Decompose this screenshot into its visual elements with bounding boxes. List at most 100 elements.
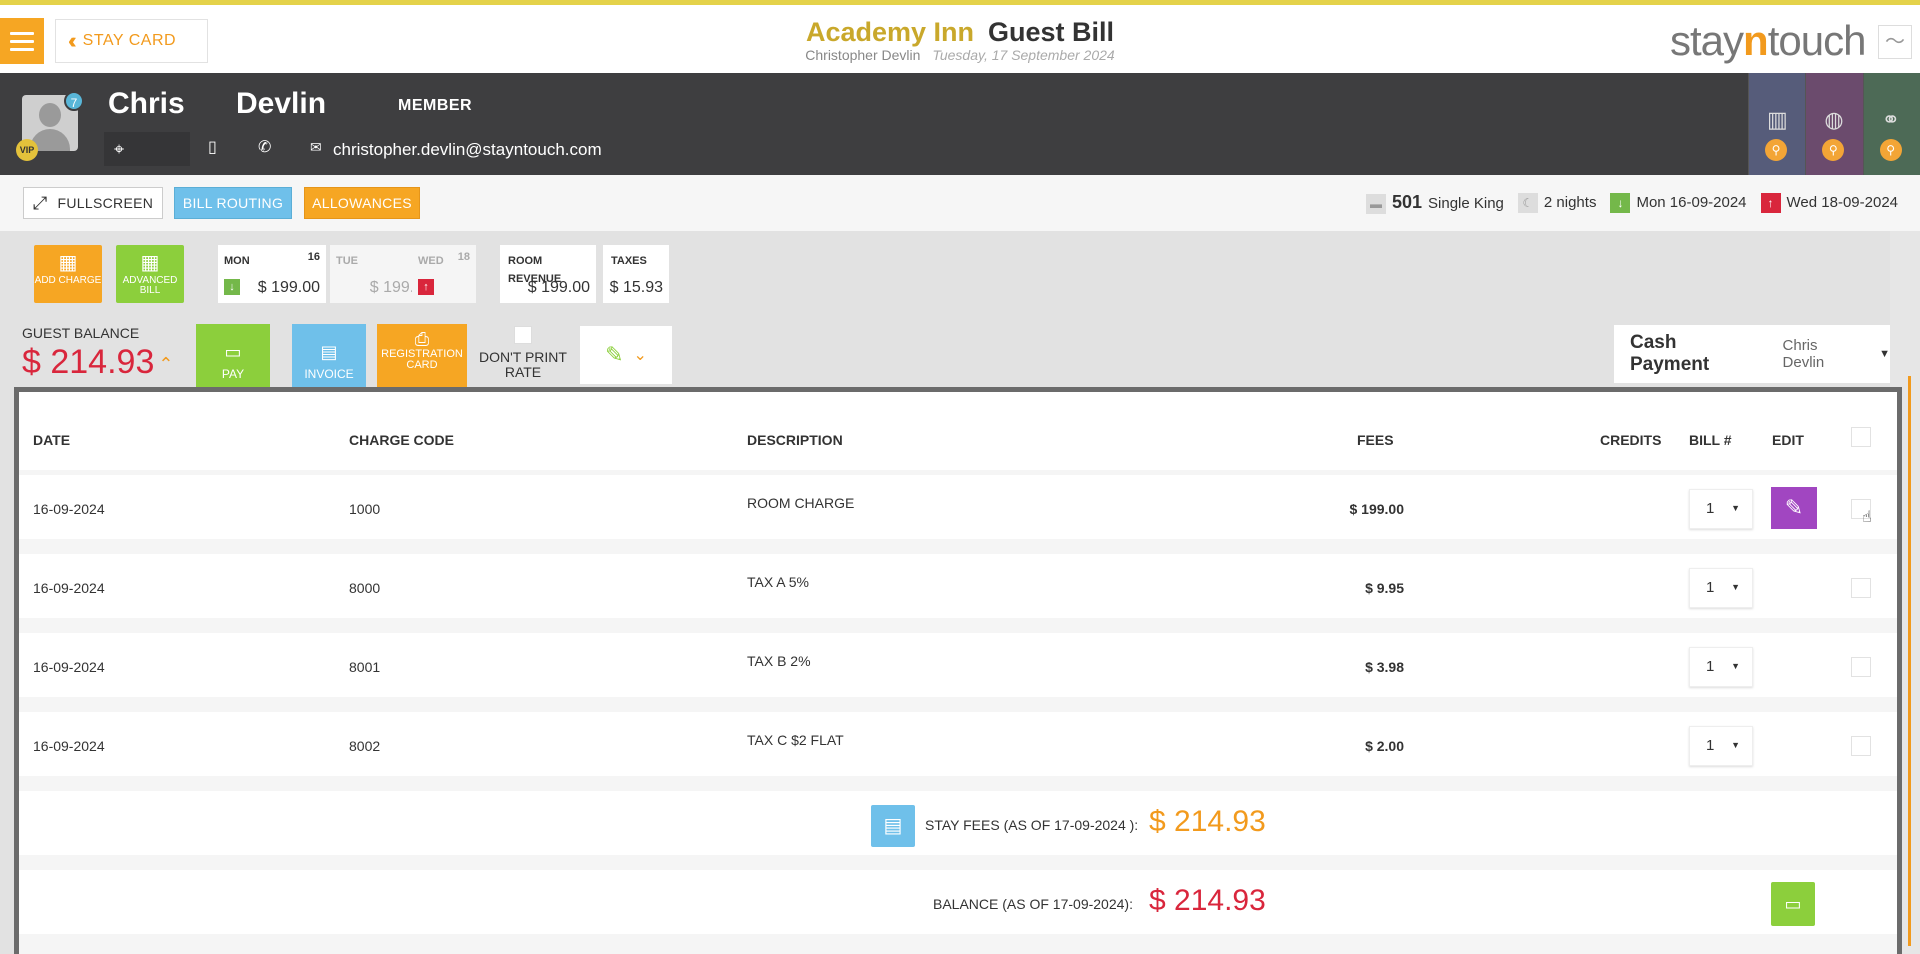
- bill-title: Guest Bill: [988, 17, 1115, 47]
- bill-routing-button[interactable]: BILL ROUTING: [174, 187, 292, 219]
- chevron-down-icon[interactable]: ⌄: [634, 345, 647, 365]
- fullscreen-button[interactable]: ⤢ FULLSCREEN: [23, 187, 163, 219]
- table-row: 16-09-2024 1000 ROOM CHARGE $ 199.00 1 ▼ …: [19, 475, 1897, 539]
- col-date: DATE: [33, 432, 71, 448]
- invoice-icon: ▤: [320, 342, 338, 362]
- edit-button[interactable]: ✎: [1771, 487, 1817, 529]
- stay-fees-amount: $ 214.93: [1149, 805, 1266, 838]
- table-row: 16-09-2024 8000 TAX A 5% $ 9.95 1 ▼: [19, 554, 1897, 618]
- bill-number-select[interactable]: 1 ▼: [1689, 568, 1753, 608]
- chevron-up-icon[interactable]: ⌃: [158, 354, 173, 374]
- allowances-button[interactable]: ALLOWANCES: [304, 187, 420, 219]
- wallet-icon[interactable]: ▭: [1771, 882, 1815, 926]
- location-icon: ⌖: [114, 138, 125, 159]
- building-icon: ▥: [1767, 107, 1788, 132]
- row-checkbox[interactable]: [1851, 736, 1871, 756]
- table-row: 16-09-2024 8001 TAX B 2% $ 3.98 1 ▼: [19, 633, 1897, 697]
- notification-badge[interactable]: 7: [64, 91, 84, 111]
- departure-info: ↑ Wed 18-09-2024: [1760, 193, 1898, 214]
- row-checkbox[interactable]: [1851, 578, 1871, 598]
- guest-header: 7 VIP Chris Devlin MEMBER ⌖ ▯ ✆ ✉ christ…: [0, 73, 1920, 175]
- hotel-name: Academy Inn: [805, 17, 975, 47]
- balance-row: BALANCE (AS OF 17-09-2024): $ 214.93 ▭: [19, 870, 1897, 934]
- checkout-button[interactable]: ✎ ⌄: [580, 326, 672, 384]
- invoice-button[interactable]: ▤ INVOICE: [292, 324, 366, 388]
- arrow-down-icon: ↓: [224, 279, 240, 295]
- advanced-bill-button[interactable]: ▦ ADVANCED BILL: [116, 245, 184, 303]
- arrow-up-icon: ↑: [1760, 193, 1781, 214]
- caret-down-icon: ▼: [1879, 348, 1890, 360]
- col-fees: FEES: [1357, 432, 1394, 448]
- col-bill-number: BILL #: [1689, 432, 1732, 448]
- bill-table: DATE CHARGE CODE DESCRIPTION FEES CREDIT…: [14, 387, 1902, 954]
- globe-icon: ◍: [1824, 107, 1844, 132]
- registration-card-button[interactable]: ⎙ REGISTRATION CARD: [377, 324, 467, 388]
- top-header: ‹‹ STAY CARD Academy Inn Guest Bill Chris…: [0, 0, 1920, 73]
- bill-toolbar: ⤢ FULLSCREEN BILL ROUTING ALLOWANCES ▬ 50…: [0, 175, 1920, 231]
- building-panel[interactable]: ▥ ⚲: [1748, 73, 1806, 175]
- globe-panel[interactable]: ◍ ⚲: [1805, 73, 1863, 175]
- select-all-checkbox[interactable]: [1851, 427, 1871, 447]
- day-mon[interactable]: MON 16 ↓ $ 199.00: [218, 245, 326, 303]
- page-title: Academy Inn Guest Bill: [0, 17, 1920, 48]
- stay-fees-label: STAY FEES (AS OF 17-09-2024 ):: [925, 817, 1139, 833]
- search-icon: ⚲: [1879, 139, 1902, 161]
- balance-amount: $ 214.93: [1149, 884, 1266, 917]
- bill-number-select[interactable]: 1 ▼: [1689, 647, 1753, 687]
- room-info: ▬ 501 Single King: [1365, 192, 1504, 215]
- activity-icon[interactable]: 〜: [1878, 25, 1912, 59]
- mobile-icon[interactable]: ▯: [208, 137, 217, 157]
- moon-icon: ☾: [1517, 193, 1538, 214]
- bed-icon: ▬: [1365, 194, 1386, 215]
- printer-icon: ⎙: [414, 329, 430, 349]
- arrow-up-icon: ↑: [418, 279, 434, 295]
- guest-first-name[interactable]: Chris: [108, 87, 185, 121]
- vip-badge: VIP: [16, 139, 38, 161]
- group-panel[interactable]: ⚭ ⚲: [1862, 73, 1920, 175]
- phone-icon[interactable]: ✆: [258, 137, 271, 157]
- pencil-icon: ✎: [1784, 495, 1804, 520]
- member-status: MEMBER: [398, 97, 473, 114]
- guest-balance: $ 214.93 ⌃: [22, 343, 174, 381]
- table-row: 16-09-2024 8002 TAX C $2 FLAT $ 2.00 1 ▼: [19, 712, 1897, 776]
- page-subtitle: Christopher Devlin Tuesday, 17 September…: [0, 47, 1920, 63]
- balance-label: BALANCE (AS OF 17-09-2024):: [933, 896, 1133, 912]
- bill-number-select[interactable]: 1 ▼: [1689, 489, 1753, 529]
- taxes-box: TAXES $ 15.93: [603, 245, 669, 303]
- payment-guest: Chris Devlin: [1782, 337, 1825, 371]
- hand-cursor-icon: ☝: [1862, 509, 1872, 526]
- search-icon: ⚲: [1765, 139, 1787, 161]
- scrollbar[interactable]: [1908, 376, 1911, 946]
- search-icon: ⚲: [1822, 139, 1845, 161]
- dont-print-rate-checkbox[interactable]: [514, 326, 532, 344]
- dont-print-rate-toggle[interactable]: DON'T PRINT RATE: [478, 326, 568, 380]
- calculator-icon: ▦: [140, 252, 160, 274]
- col-charge-code: CHARGE CODE: [349, 432, 455, 448]
- check-icon: ✎: [605, 342, 624, 367]
- pay-button[interactable]: ▭ PAY: [196, 324, 270, 388]
- group-icon: ⚭: [1881, 107, 1901, 132]
- expand-icon: ⤢: [32, 192, 48, 213]
- row-checkbox[interactable]: [1851, 657, 1871, 677]
- guest-last-name[interactable]: Devlin: [236, 87, 326, 121]
- wallet-icon: ▭: [224, 342, 242, 362]
- arrival-info: ↓ Mon 16-09-2024: [1610, 193, 1747, 214]
- col-credits: CREDITS: [1600, 432, 1662, 448]
- day-wed[interactable]: WED 18 ↑: [412, 245, 476, 303]
- guest-email[interactable]: christopher.devlin@stayntouch.com: [333, 140, 602, 160]
- table-header: DATE CHARGE CODE DESCRIPTION FEES CREDIT…: [19, 392, 1897, 470]
- stay-summary: ▬ 501 Single King ☾ 2 nights ↓ Mon 16-09-202…: [1365, 192, 1898, 215]
- brand-logo: stayntouch: [1670, 17, 1866, 64]
- bill-number-select[interactable]: 1 ▼: [1689, 726, 1753, 766]
- add-charge-button[interactable]: ▦ ADD CHARGE: [34, 245, 102, 303]
- room-revenue-box: ROOM REVENUE $ 199.00: [500, 245, 596, 303]
- email-icon: ✉: [310, 139, 322, 155]
- payment-selector[interactable]: Cash Payment Chris Devlin ▼: [1614, 325, 1890, 383]
- stay-fees-row: ▤ STAY FEES (AS OF 17-09-2024 ): $ 214.9…: [19, 791, 1897, 855]
- col-edit: EDIT: [1772, 432, 1804, 448]
- business-date: Tuesday, 17 September 2024: [932, 47, 1115, 63]
- receipt-icon[interactable]: ▤: [871, 805, 915, 847]
- col-description: DESCRIPTION: [747, 432, 843, 448]
- location-field[interactable]: ⌖: [104, 132, 190, 166]
- nights-info: ☾ 2 nights: [1517, 193, 1596, 214]
